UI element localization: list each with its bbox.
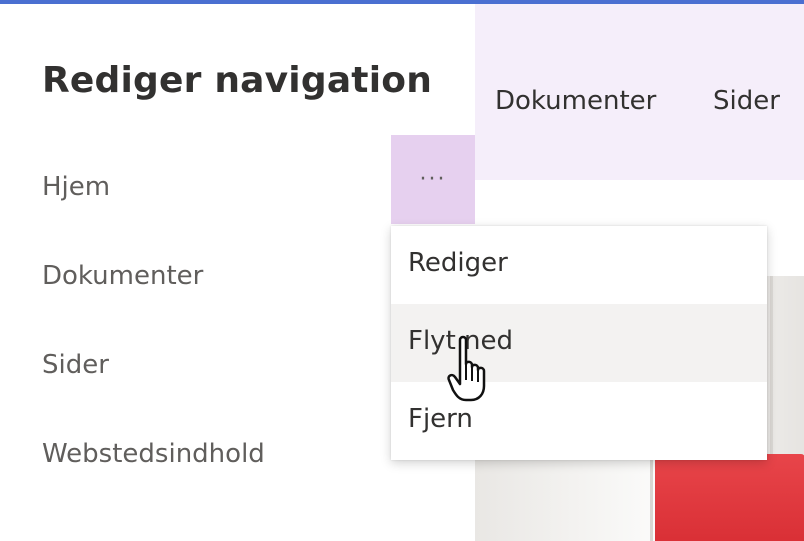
hand-pointer-icon: [447, 335, 486, 402]
menu-item-label: Fjern: [408, 404, 473, 434]
menu-item-label: Rediger: [408, 248, 508, 278]
nav-item-webstedsindhold[interactable]: Webstedsindhold: [42, 439, 265, 469]
nav-item-dokumenter[interactable]: Dokumenter: [42, 261, 203, 291]
more-ellipsis-icon: ···: [419, 167, 447, 192]
nav-item-sider[interactable]: Sider: [42, 350, 109, 380]
panel-title: Rediger navigation: [42, 60, 433, 101]
more-options-button[interactable]: ···: [391, 135, 475, 224]
page-navigation-bar: Dokumenter Sider: [475, 4, 804, 180]
nav-item-hjem[interactable]: Hjem: [42, 172, 110, 202]
menu-item-rediger[interactable]: Rediger: [391, 226, 767, 304]
hero-image-lamp: [655, 454, 804, 541]
page-nav-item-sider[interactable]: Sider: [713, 86, 780, 116]
page-nav-item-dokumenter[interactable]: Dokumenter: [495, 86, 656, 116]
